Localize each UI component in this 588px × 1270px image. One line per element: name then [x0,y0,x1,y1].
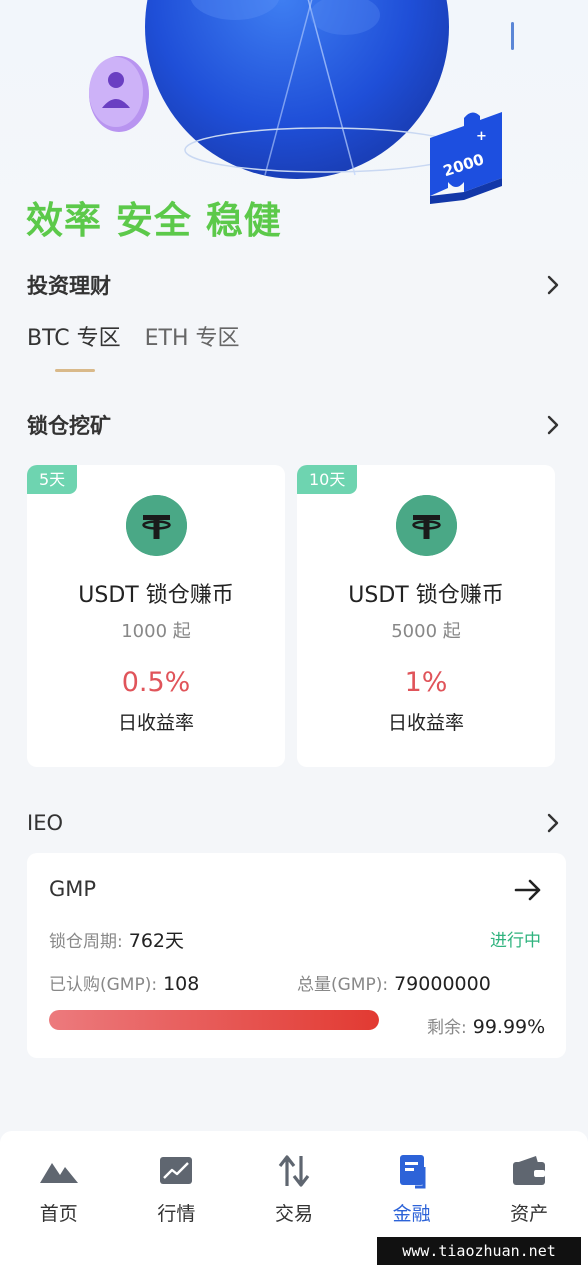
tab-btc-zone[interactable]: BTC 专区 [27,320,121,372]
minimum-amount: 5000 起 [391,621,461,642]
nav-label-finance: 金融 [392,1203,431,1225]
zone-tabs: BTC 专区 ETH 专区 [27,320,240,372]
lock-period: 锁仓周期: 762天 [49,926,184,953]
progress-fill [49,1010,379,1030]
mining-card[interactable]: 10天 USDT 锁仓赚币 5000 起 1% 日收益率 [297,465,555,767]
total-label: 总量(GMP): [297,975,389,995]
status-badge: 进行中 [490,931,541,951]
hero-slogan: 效率 安全 稳健 [26,199,282,242]
product-name: USDT 锁仓赚币 [78,583,234,608]
chevron-right-icon[interactable] [545,415,561,435]
puzzle-plus: + [476,129,487,144]
invest-section-header[interactable]: 投资理财 [27,270,561,300]
chevron-right-icon[interactable] [545,813,561,833]
total-amount: 总量(GMP): 79000000 [297,970,491,995]
arrow-right-icon[interactable] [513,875,543,905]
product-name: USDT 锁仓赚币 [348,583,504,608]
market-chart-icon [160,1157,193,1184]
duration-badge: 10天 [297,465,358,494]
remaining-amount: 剩余: 99.99% [427,1013,545,1038]
hero-banner: 2000 + 效率 安全 稳健 [0,0,588,250]
daily-rate-label: 日收益率 [117,712,194,734]
hero-decor-bar [511,22,514,50]
user-badge-icon [89,56,149,132]
nav-label-market: 行情 [157,1203,196,1225]
mining-section-header[interactable]: 锁仓挖矿 [27,410,561,440]
ieo-section-title: IEO [27,811,63,835]
wallet-icon [513,1156,546,1185]
subscribed-label: 已认购(GMP): [49,975,158,995]
subscribed-value: 108 [163,973,200,995]
remaining-value: 99.99% [472,1016,546,1038]
usdt-coin-icon [126,495,187,556]
nav-trade[interactable]: 交易 [235,1131,353,1270]
duration-badge: 5天 [27,465,78,494]
daily-rate-label: 日收益率 [387,712,464,734]
finance-book-icon [399,1155,426,1189]
ieo-project-card[interactable]: GMP 锁仓周期: 762天 进行中 已认购(GMP): 108 总量(GMP): 7… [27,853,566,1058]
subscribed-amount: 已认购(GMP): 108 [49,970,199,995]
ieo-section-header[interactable]: IEO [27,808,561,838]
tab-eth-zone[interactable]: ETH 专区 [145,320,240,372]
home-icon [39,1163,78,1183]
lock-period-value: 762天 [128,930,184,952]
remaining-label: 剩余: [427,1018,467,1038]
nav-label-home: 首页 [39,1203,78,1225]
chevron-right-icon[interactable] [545,275,561,295]
nav-label-assets: 资产 [510,1203,549,1225]
trade-arrows-icon [278,1155,310,1187]
mining-card[interactable]: 5天 USDT 锁仓赚币 1000 起 0.5% 日收益率 [27,465,285,767]
nav-home[interactable]: 首页 [0,1131,118,1270]
watermark: www.tiaozhuan.net [377,1237,581,1265]
mining-section-title: 锁仓挖矿 [27,414,111,438]
usdt-coin-icon [396,495,457,556]
minimum-amount: 1000 起 [121,621,191,642]
puzzle-2000-icon: 2000 + [430,112,502,204]
lock-period-label: 锁仓周期: [49,932,123,952]
daily-rate: 1% [404,667,448,698]
subscription-progress-bar [49,1010,379,1030]
total-value: 79000000 [394,973,491,995]
nav-market[interactable]: 行情 [118,1131,236,1270]
daily-rate: 0.5% [121,667,191,698]
invest-section-title: 投资理财 [27,274,111,298]
ieo-project-name: GMP [49,877,97,901]
nav-label-trade: 交易 [274,1203,313,1225]
